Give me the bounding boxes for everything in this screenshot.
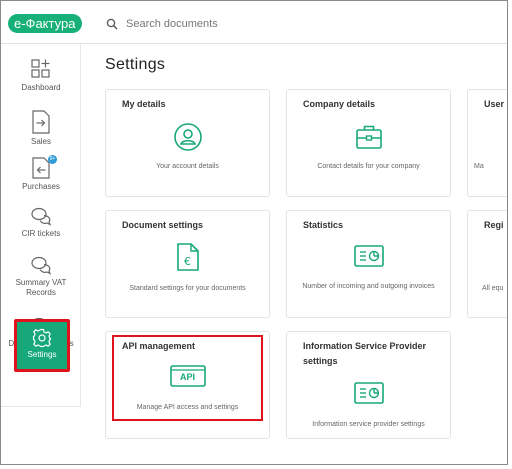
gear-icon [32,328,52,348]
statistics-icon [353,382,384,404]
card-description: Manage API access and settings [136,404,239,411]
card-description: Your account details [156,163,219,170]
search-bar[interactable]: Search documents [106,14,218,33]
sidebar-item-label: Dashboard [21,83,61,92]
sidebar-item-dashboard[interactable]: Dashboard [1,58,81,93]
card-description: Ma [474,163,484,170]
card-title: Company details [303,99,376,109]
chat-bubbles-icon [31,256,52,275]
card-title: User [484,99,505,109]
card-document-settings[interactable]: Document settings € Standard settings fo… [105,210,270,318]
card-title: Regi [484,220,504,230]
card-description: Number of incoming and outgoing invoices [302,283,435,290]
card-title: API management [122,341,196,351]
page-title: Settings [105,56,166,73]
card-register[interactable]: Regi All equ [467,210,507,318]
sales-icon [32,110,50,134]
api-icon: API [169,365,206,387]
app-window: e-Фактура Search documents Dashboard Sal… [0,0,508,465]
top-bar: e-Фактура Search documents [1,1,507,44]
chat-bubbles-icon [31,207,52,226]
card-users[interactable]: User Ma [467,89,507,197]
card-company-details[interactable]: Company details Contact details for your… [286,89,451,197]
sidebar-item-cir-tickets[interactable]: CIR tickets [1,206,81,239]
sidebar-item-label: Summary VAT Records [15,278,67,297]
sidebar-item-sales[interactable]: Sales [1,110,81,147]
search-icon [106,18,118,29]
card-title: Information Service Provider settings [303,341,427,366]
user-icon [173,123,202,151]
sidebar-item-settings[interactable]: Settings [14,319,70,372]
card-description: Contact details for your company [317,163,420,170]
svg-text:€: € [184,255,191,268]
dashboard-icon [31,59,50,78]
sidebar-item-label: CIR tickets [21,229,61,238]
card-statistics[interactable]: Statistics Number of incoming and outgoi… [286,210,451,318]
api-icon-label: API [179,372,195,382]
app-logo[interactable]: e-Фактура [8,14,83,33]
card-my-details[interactable]: My details Your account details [105,89,270,197]
sidebar-item-label: Settings [27,350,57,359]
briefcase-icon [355,125,382,149]
card-title: Statistics [303,220,344,230]
notification-badge: 9+ [48,155,57,164]
card-information-service-provider-settings[interactable]: Information Service Provider settings In… [286,331,451,439]
card-title: Document settings [122,220,204,230]
sidebar-item-purchases[interactable]: 9+ Purchases [1,155,81,192]
card-description: All equ [482,285,504,292]
card-api-management[interactable]: API management API Manage API access and… [105,331,270,439]
card-description: Standard settings for your documents [129,285,246,292]
search-input[interactable]: Search documents [126,18,218,30]
statistics-icon [353,245,384,267]
card-title: My details [122,99,166,109]
sidebar-item-label: Purchases [22,182,60,191]
card-description: Information service provider settings [312,421,425,428]
sidebar-item-summary-vat-records[interactable]: Summary VAT Records [1,255,81,298]
sidebar-item-label: Sales [30,137,51,146]
euro-document-icon: € [176,243,199,271]
